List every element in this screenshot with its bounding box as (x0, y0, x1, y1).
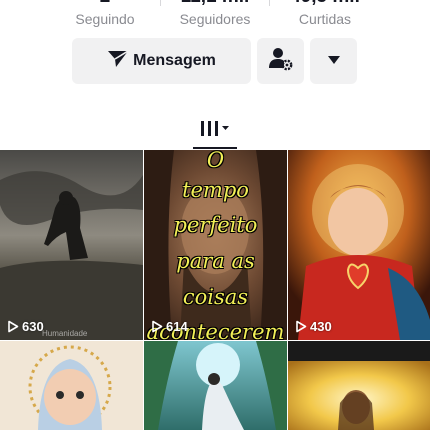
video-thumbnail[interactable] (288, 341, 430, 430)
stat-likes: 49,5 mil Curtidas (265, 0, 385, 28)
caption-line: tempo (182, 178, 249, 202)
thumbnail-image (144, 341, 287, 430)
view-count-value: 614 (166, 319, 188, 334)
video-thumbnail[interactable]: Humanidade 630 (0, 150, 143, 340)
stat-following[interactable]: 2 Seguindo (45, 0, 165, 28)
video-thumbnail[interactable] (0, 341, 143, 430)
message-button-label: Mensagem (133, 52, 216, 69)
thumbnail-image (0, 341, 143, 430)
video-thumbnail[interactable]: 430 (288, 150, 430, 340)
profile-tabs (0, 112, 430, 150)
video-watermark: Humanidade (42, 329, 88, 338)
stat-followers[interactable]: 11,1 mil Seguidores (155, 0, 275, 28)
active-tab-indicator (193, 147, 237, 149)
thumbnail-image (288, 150, 430, 340)
caption-line: perfeito (173, 213, 258, 237)
thumbnail-image (0, 150, 143, 340)
send-icon (107, 49, 129, 74)
video-thumbnail[interactable]: O tempo perfeito para as coisas acontece… (144, 150, 287, 340)
view-count: 430 (295, 319, 332, 334)
grid-bars-icon (198, 118, 232, 145)
play-icon (152, 320, 163, 333)
profile-stats: 2 Seguindo 11,1 mil Seguidores 49,5 mil … (0, 0, 430, 28)
likes-count: 49,5 mil (265, 0, 385, 8)
following-count: 2 (45, 0, 165, 8)
tab-videos[interactable] (193, 112, 237, 150)
video-caption-overlay: O tempo perfeito para as coisas acontece… (144, 150, 287, 340)
caption-line: para as (176, 249, 255, 273)
caption-line: O (206, 150, 225, 172)
view-count: 614 (151, 319, 188, 334)
caption-line: coisas (182, 285, 249, 309)
followers-label: Seguidores (179, 11, 251, 27)
following-label: Seguindo (75, 11, 135, 27)
view-count-value: 630 (22, 319, 44, 334)
caret-down-icon (327, 52, 341, 70)
play-icon (8, 320, 19, 333)
add-friend-button[interactable] (257, 38, 304, 84)
play-icon (296, 320, 307, 333)
video-thumbnail[interactable] (144, 341, 287, 430)
person-add-gear-icon (268, 46, 294, 77)
view-count-value: 430 (310, 319, 332, 334)
view-count: 630 (7, 319, 44, 334)
thumbnail-image (288, 341, 430, 430)
likes-label: Curtidas (298, 11, 352, 27)
more-options-button[interactable] (310, 38, 357, 84)
followers-count: 11,1 mil (155, 0, 275, 8)
message-button[interactable]: Mensagem (72, 38, 251, 84)
